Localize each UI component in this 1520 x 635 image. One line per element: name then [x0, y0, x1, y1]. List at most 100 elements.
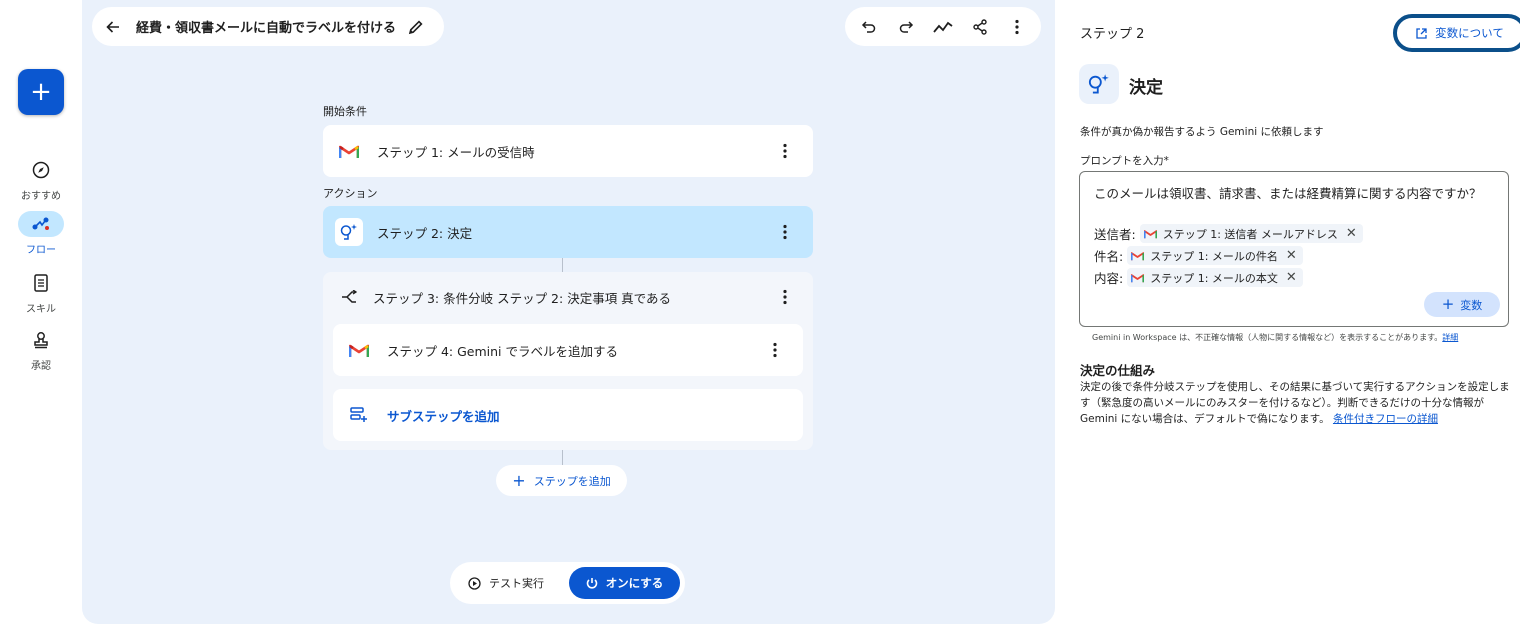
edit-title-button[interactable]: [404, 15, 428, 39]
activity-button[interactable]: [928, 12, 958, 42]
more-vert-icon: [783, 224, 787, 240]
variable-chip[interactable]: ステップ 1: 送信者 メールアドレス ✕: [1139, 224, 1363, 243]
gemini-disclaimer: Gemini in Workspace は、不正確な情報（人物に関する情報など）…: [1092, 332, 1458, 343]
close-icon[interactable]: ✕: [1346, 226, 1357, 241]
pencil-icon: [408, 19, 423, 34]
start-condition-label: 開始条件: [323, 105, 367, 118]
how-it-works-text: 決定の後で条件分岐ステップを使用し、その結果に基づいて実行するアクションを設定し…: [1080, 379, 1512, 427]
nav-rail: + おすすめ フロー スキル 承認: [0, 0, 82, 635]
step-title: ステップ 3: 条件分岐 ステップ 2: 決定事項 真である: [373, 290, 672, 306]
panel-step-number: ステップ 2: [1080, 27, 1145, 42]
arrow-back-icon: [106, 20, 119, 33]
gmail-icon: [345, 336, 373, 364]
nav-label: スキル: [26, 304, 56, 315]
more-options-button[interactable]: [1002, 12, 1032, 42]
prompt-label: プロンプトを入力*: [1080, 155, 1169, 167]
step-card-4[interactable]: ステップ 4: Gemini でラベルを追加する: [333, 324, 803, 376]
nav-label: おすすめ: [21, 191, 61, 202]
run-bar: テスト実行 オンにする: [450, 562, 685, 604]
nav-item-flows[interactable]: フロー: [0, 211, 82, 256]
variable-chip-label: ステップ 1: メールの件名: [1150, 249, 1278, 263]
share-icon: [973, 18, 987, 35]
branch-group: ステップ 3: 条件分岐 ステップ 2: 決定事項 真である ステップ 4: G…: [323, 272, 813, 450]
more-vert-icon: [773, 342, 777, 358]
step-title: ステップ 4: Gemini でラベルを追加する: [387, 343, 619, 359]
add-substep-label: サブステップを追加: [387, 408, 500, 424]
undo-button[interactable]: [854, 12, 884, 42]
variable-chip[interactable]: ステップ 1: メールの本文 ✕: [1127, 268, 1303, 287]
nav-item-skills[interactable]: スキル: [0, 270, 82, 315]
branch-icon: [335, 283, 363, 311]
add-step-button[interactable]: + ステップを追加: [496, 465, 627, 496]
step-title: ステップ 2: 決定: [377, 225, 473, 241]
variable-label: 内容:: [1094, 271, 1124, 286]
app-root: + おすすめ フロー スキル 承認 経費・領収書メールに自動でラベルを付ける 開…: [0, 0, 1520, 635]
gmail-icon: [1131, 273, 1145, 283]
step-menu-button[interactable]: [765, 338, 785, 362]
compass-icon: [18, 157, 64, 183]
approval-stamp-icon: [18, 327, 64, 353]
add-substep-button[interactable]: サブステップを追加: [333, 389, 803, 441]
prompt-text: このメールは領収書、請求書、または経費精算に関する内容ですか？: [1094, 186, 1482, 201]
variable-line: 送信者: ステップ 1: 送信者 メールアドレス ✕: [1094, 224, 1363, 243]
plus-icon: +: [512, 470, 526, 490]
step-detail-panel: ステップ 2 変数について 決定 条件が真か偽か報告するよう Gemini に依…: [1061, 4, 1520, 618]
close-icon[interactable]: ✕: [1286, 248, 1297, 263]
skill-icon: [18, 270, 64, 296]
about-variables-button[interactable]: 変数について: [1393, 14, 1520, 52]
turn-on-label: オンにする: [605, 576, 664, 590]
nav-item-recommended[interactable]: おすすめ: [0, 157, 82, 202]
disclaimer-text: Gemini in Workspace は、不正確な情報（人物に関する情報など）…: [1092, 333, 1443, 342]
test-run-button[interactable]: テスト実行: [468, 575, 544, 591]
disclaimer-link[interactable]: 詳細: [1442, 333, 1458, 342]
test-run-label: テスト実行: [489, 577, 544, 590]
step-menu-button[interactable]: [775, 220, 795, 244]
variable-line: 内容: ステップ 1: メールの本文 ✕: [1094, 268, 1303, 287]
step-menu-button[interactable]: [775, 285, 795, 309]
open-in-new-icon: [1416, 27, 1427, 39]
prompt-input[interactable]: このメールは領収書、請求書、または経費精算に関する内容ですか？ 送信者: ステッ…: [1079, 171, 1509, 327]
gemini-decide-icon: [335, 218, 363, 246]
action-label: アクション: [323, 187, 378, 200]
variable-label: 件名:: [1094, 249, 1124, 264]
close-icon[interactable]: ✕: [1286, 270, 1297, 285]
share-button[interactable]: [965, 12, 995, 42]
step-card-2[interactable]: ステップ 2: 決定: [323, 206, 813, 258]
step-title: ステップ 1: メールの受信時: [377, 144, 535, 160]
more-vert-icon: [1014, 19, 1019, 34]
add-variable-label: 変数: [1460, 298, 1483, 312]
variable-chip-label: ステップ 1: 送信者 メールアドレス: [1162, 227, 1338, 241]
variable-chip-label: ステップ 1: メールの本文: [1150, 271, 1278, 285]
conditional-flow-link[interactable]: 条件付きフローの詳細: [1333, 413, 1438, 425]
flow-title[interactable]: 経費・領収書メールに自動でラベルを付ける: [136, 17, 396, 36]
add-variable-button[interactable]: + 変数: [1424, 292, 1500, 317]
flow-toolbar: [845, 7, 1041, 46]
add-step-label: ステップを追加: [533, 474, 611, 488]
step-card-1[interactable]: ステップ 1: メールの受信時: [323, 125, 813, 177]
connector-line: [562, 258, 563, 272]
flow-title-bar: 経費・領収書メールに自動でラベルを付ける: [92, 7, 444, 46]
create-button[interactable]: +: [18, 69, 64, 115]
play-circle-icon: [468, 576, 481, 590]
gmail-icon: [1143, 229, 1157, 239]
variable-line: 件名: ステップ 1: メールの件名 ✕: [1094, 246, 1303, 265]
nav-label: 承認: [31, 361, 51, 372]
variable-label: 送信者:: [1094, 227, 1136, 242]
how-it-works-body: 決定の後で条件分岐ステップを使用し、その結果に基づいて実行するアクションを設定し…: [1080, 381, 1510, 425]
how-it-works-title: 決定の仕組み: [1080, 363, 1156, 378]
undo-icon: [862, 20, 876, 33]
connector-line: [562, 450, 563, 465]
gmail-icon: [1131, 251, 1145, 261]
flow-icon: [18, 211, 64, 237]
step-menu-button[interactable]: [775, 139, 795, 163]
back-button[interactable]: [94, 8, 132, 46]
nav-item-approvals[interactable]: 承認: [0, 327, 82, 372]
power-icon: [586, 577, 597, 589]
about-variables-label: 変数について: [1435, 26, 1504, 40]
redo-button[interactable]: [891, 12, 921, 42]
activity-icon: [933, 21, 953, 33]
add-substep-icon: [345, 401, 373, 429]
turn-on-button[interactable]: オンにする: [569, 567, 680, 599]
variable-chip[interactable]: ステップ 1: メールの件名 ✕: [1127, 246, 1303, 265]
step-card-3[interactable]: ステップ 3: 条件分岐 ステップ 2: 決定事項 真である: [323, 272, 813, 322]
